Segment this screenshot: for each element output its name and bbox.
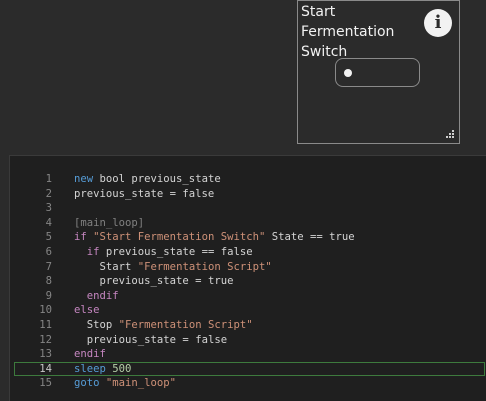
code-token-flow: if xyxy=(86,245,100,258)
code-token-plain: previous_state = false xyxy=(74,187,215,200)
code-line[interactable]: 6 if previous_state == false xyxy=(10,245,486,260)
line-code: endif xyxy=(74,289,119,304)
code-line[interactable]: 4 [main_loop] xyxy=(10,216,486,231)
code-line[interactable]: 3 xyxy=(10,201,486,216)
line-number: 7 xyxy=(45,260,52,273)
line-code: previous_state = false xyxy=(74,187,214,202)
code-token-string: "Start Fermentation Switch" xyxy=(93,231,266,244)
app-root: Start Fermentation Switch i 1 new bool pr… xyxy=(0,0,486,401)
line-code: Start "Fermentation Script" xyxy=(74,260,272,275)
code-line[interactable]: 12 previous_state = false xyxy=(10,333,486,348)
code-token-plain: previous_state = true xyxy=(99,275,234,288)
line-code: previous_state = false xyxy=(74,333,227,348)
line-code: sleep 500 xyxy=(74,362,131,377)
code-line[interactable]: 2 previous_state = false xyxy=(10,187,486,202)
code-line[interactable]: 8 previous_state = true xyxy=(10,274,486,289)
code-token-label: [main_loop] xyxy=(74,216,145,229)
code-token-plain: State == true xyxy=(265,231,355,244)
code-line[interactable]: 14 sleep 500 xyxy=(14,361,485,377)
line-code: goto "main_loop" xyxy=(74,376,176,391)
line-number: 15 xyxy=(39,377,52,390)
line-code: new bool previous_state xyxy=(74,172,221,187)
switch-widget: Start Fermentation Switch i xyxy=(297,0,460,144)
line-number: 6 xyxy=(45,245,52,258)
code-line[interactable]: 13 endif xyxy=(10,347,486,362)
code-token-flow: if xyxy=(74,231,94,244)
code-token-flow: else xyxy=(74,304,100,317)
line-code: previous_state = true xyxy=(74,274,234,289)
code-line[interactable]: 11 Stop "Fermentation Script" xyxy=(10,318,486,333)
code-token-plain: previous_state = false xyxy=(86,333,228,346)
line-number: 10 xyxy=(39,304,52,317)
line-number: 13 xyxy=(39,348,52,361)
line-number: 14 xyxy=(39,362,52,375)
line-code: if "Start Fermentation Switch" State == … xyxy=(74,230,355,245)
code-line[interactable]: 9 endif xyxy=(10,289,486,304)
code-token-plain: bool previous_state xyxy=(93,173,221,185)
line-number: 4 xyxy=(45,216,52,229)
code-token-keyword: new xyxy=(74,173,94,185)
line-code: else xyxy=(74,303,100,318)
toggle-knob[interactable] xyxy=(344,69,352,77)
code-editor[interactable]: 1 new bool previous_state 2 previous_state … xyxy=(9,155,486,401)
line-number: 5 xyxy=(45,231,52,244)
code-lines: 1 new bool previous_state 2 previous_state … xyxy=(10,172,486,391)
line-number: 8 xyxy=(45,275,52,288)
line-number: 9 xyxy=(45,289,52,302)
widget-title: Start Fermentation Switch xyxy=(301,4,395,60)
line-number: 11 xyxy=(39,318,52,331)
line-code: if previous_state == false xyxy=(74,245,253,260)
line-number: 1 xyxy=(45,173,52,185)
code-line[interactable]: 1 new bool previous_state xyxy=(10,172,486,187)
code-token-flow: endif xyxy=(86,289,119,302)
line-number: 2 xyxy=(45,187,52,200)
code-token-keyword: sleep xyxy=(74,362,106,375)
code-token-plain: Stop xyxy=(86,318,119,331)
code-token-string: "main_loop" xyxy=(105,377,177,390)
line-code: [main_loop] xyxy=(74,216,144,231)
code-line[interactable]: 15 goto "main_loop" xyxy=(10,376,486,391)
line-code: Stop "Fermentation Script" xyxy=(74,318,253,333)
line-code: endif xyxy=(74,347,106,362)
code-line[interactable]: 7 Start "Fermentation Script" xyxy=(10,260,486,275)
code-token-string: "Fermentation Script" xyxy=(118,318,253,331)
info-icon[interactable]: i xyxy=(424,9,452,37)
code-token-flow: endif xyxy=(74,348,106,361)
code-line[interactable]: 5 if "Start Fermentation Switch" State ==… xyxy=(10,230,486,245)
toggle-switch[interactable] xyxy=(335,58,420,87)
code-line[interactable]: 10 else xyxy=(10,303,486,318)
code-token-plain: previous_state == false xyxy=(99,245,253,258)
code-token-string: "Fermentation Script" xyxy=(137,260,272,273)
line-number: 12 xyxy=(39,333,52,346)
code-token-number: 500 xyxy=(112,362,132,375)
code-token-keyword: goto xyxy=(74,377,100,390)
line-number: 3 xyxy=(45,202,52,215)
code-token-plain: Start xyxy=(99,260,138,273)
resize-grip-icon[interactable] xyxy=(446,130,455,139)
